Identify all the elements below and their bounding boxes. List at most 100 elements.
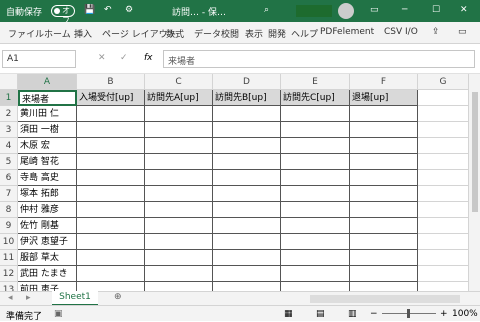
cell[interactable] xyxy=(418,266,469,282)
column-header[interactable]: G xyxy=(418,74,469,90)
cell[interactable] xyxy=(350,250,418,266)
row-header[interactable]: 12 xyxy=(0,266,18,282)
cell[interactable] xyxy=(145,266,213,282)
cell[interactable] xyxy=(281,106,350,122)
cell[interactable]: 訪問先B[up] xyxy=(213,90,281,106)
cell[interactable] xyxy=(418,90,469,106)
cell[interactable]: 仲村 雅彦 xyxy=(18,202,77,218)
cell[interactable] xyxy=(77,106,145,122)
search-icon[interactable]: ⌕ xyxy=(264,5,269,15)
cell[interactable]: 寺島 高史 xyxy=(18,170,77,186)
cell[interactable] xyxy=(213,266,281,282)
share-icon[interactable]: ⇪ xyxy=(432,27,440,37)
comment-icon[interactable]: ▭ xyxy=(458,27,467,37)
cell[interactable] xyxy=(145,202,213,218)
enter-icon[interactable]: ✓ xyxy=(120,53,128,63)
add-sheet-icon[interactable]: ⊕ xyxy=(114,292,122,302)
row-header[interactable]: 6 xyxy=(0,170,18,186)
cell[interactable] xyxy=(418,250,469,266)
undo-icon[interactable]: ↶ xyxy=(104,5,112,15)
cell[interactable] xyxy=(77,122,145,138)
cell[interactable]: 訪問先A[up] xyxy=(145,90,213,106)
cell[interactable] xyxy=(350,138,418,154)
page-layout-view-icon[interactable]: ▤ xyxy=(316,309,325,319)
cell[interactable] xyxy=(281,250,350,266)
tab-help[interactable]: ヘルプ xyxy=(291,27,318,40)
cell[interactable]: 退場[up] xyxy=(350,90,418,106)
cell[interactable] xyxy=(145,122,213,138)
zoom-out-icon[interactable]: − xyxy=(370,309,378,319)
cell[interactable] xyxy=(213,170,281,186)
cell[interactable] xyxy=(281,266,350,282)
cell[interactable]: 木原 宏 xyxy=(18,138,77,154)
cell[interactable] xyxy=(77,170,145,186)
prev-sheet-icon[interactable]: ◂ xyxy=(8,293,13,303)
column-header[interactable]: B xyxy=(77,74,145,90)
normal-view-icon[interactable]: ▦ xyxy=(284,309,293,319)
cell[interactable] xyxy=(281,122,350,138)
scroll-thumb[interactable] xyxy=(472,92,478,212)
tab-data[interactable]: データ xyxy=(194,27,221,40)
avatar[interactable] xyxy=(338,3,354,19)
cell[interactable] xyxy=(418,186,469,202)
cell[interactable] xyxy=(350,234,418,250)
macro-record-icon[interactable]: ▣ xyxy=(54,309,63,319)
column-header[interactable]: A xyxy=(18,74,77,90)
page-break-view-icon[interactable]: ▥ xyxy=(348,309,357,319)
cell[interactable] xyxy=(350,170,418,186)
cell[interactable] xyxy=(145,234,213,250)
cell[interactable] xyxy=(281,186,350,202)
cell[interactable] xyxy=(145,170,213,186)
cell[interactable]: 尾崎 智花 xyxy=(18,154,77,170)
cell[interactable] xyxy=(350,106,418,122)
customize-icon[interactable]: ⚙ xyxy=(125,5,133,15)
cell[interactable] xyxy=(418,170,469,186)
tab-csv[interactable]: CSV I/O xyxy=(384,27,418,37)
row-header[interactable]: 2 xyxy=(0,106,18,122)
close-icon[interactable]: ✕ xyxy=(460,5,468,15)
cell[interactable]: 伊沢 恵望子 xyxy=(18,234,77,250)
cell[interactable] xyxy=(350,266,418,282)
row-header[interactable]: 11 xyxy=(0,250,18,266)
cell[interactable]: 佐竹 剛基 xyxy=(18,218,77,234)
row-header[interactable]: 3 xyxy=(0,122,18,138)
select-all-corner[interactable] xyxy=(0,74,18,90)
cell[interactable] xyxy=(145,186,213,202)
zoom-slider-thumb[interactable] xyxy=(407,309,410,318)
cell[interactable]: 塚本 拓郎 xyxy=(18,186,77,202)
ribbon-options-icon[interactable]: ▭ xyxy=(370,5,379,15)
cell[interactable] xyxy=(281,234,350,250)
cell[interactable] xyxy=(77,138,145,154)
minimize-icon[interactable]: ─ xyxy=(402,5,407,15)
tab-file[interactable]: ファイル xyxy=(8,27,44,40)
cell[interactable] xyxy=(77,266,145,282)
cell[interactable] xyxy=(213,122,281,138)
cell[interactable] xyxy=(418,138,469,154)
cell[interactable] xyxy=(281,138,350,154)
cell[interactable] xyxy=(350,154,418,170)
cell[interactable]: 武田 たまき xyxy=(18,266,77,282)
zoom-level[interactable]: 100% xyxy=(452,309,478,319)
cell[interactable] xyxy=(77,202,145,218)
row-header[interactable]: 9 xyxy=(0,218,18,234)
cell[interactable] xyxy=(213,106,281,122)
cell[interactable]: 入場受付[up] xyxy=(77,90,145,106)
cell[interactable] xyxy=(281,202,350,218)
row-header[interactable]: 4 xyxy=(0,138,18,154)
cell[interactable] xyxy=(213,186,281,202)
cell[interactable] xyxy=(213,202,281,218)
cell[interactable] xyxy=(350,186,418,202)
zoom-in-icon[interactable]: + xyxy=(440,309,448,319)
cell[interactable]: 訪問先C[up] xyxy=(281,90,350,106)
tab-pdfelement[interactable]: PDFelement xyxy=(320,27,374,37)
cell[interactable] xyxy=(213,138,281,154)
row-header[interactable]: 7 xyxy=(0,186,18,202)
cell[interactable] xyxy=(77,250,145,266)
cell[interactable] xyxy=(213,218,281,234)
cell[interactable]: 服部 草太 xyxy=(18,250,77,266)
next-sheet-icon[interactable]: ▸ xyxy=(26,293,31,303)
cell[interactable] xyxy=(418,202,469,218)
tab-view[interactable]: 表示 xyxy=(245,27,263,40)
cell[interactable] xyxy=(77,186,145,202)
cell[interactable]: 黄川田 仁 xyxy=(18,106,77,122)
